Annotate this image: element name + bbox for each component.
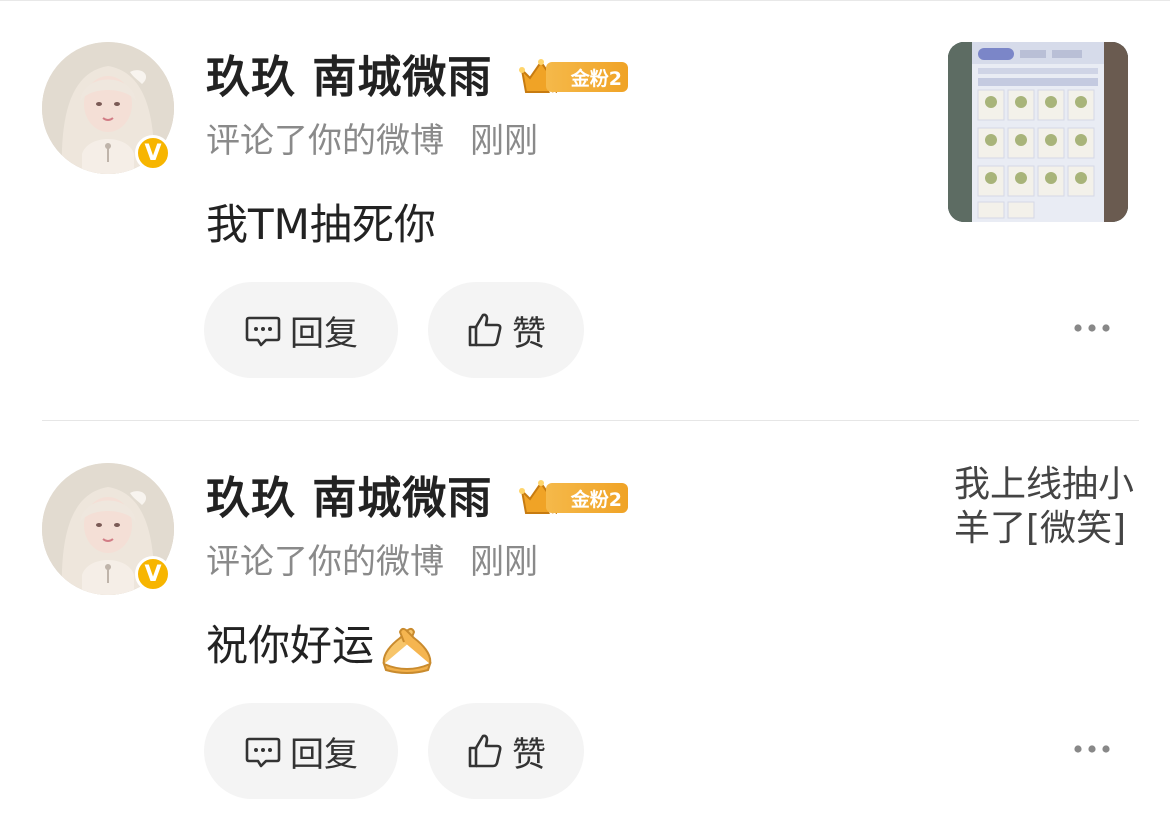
username[interactable]: 玖玖 南城微雨 [206, 469, 492, 529]
thumbs-up-icon [468, 313, 502, 347]
like-button[interactable]: 赞 [428, 703, 584, 799]
reply-label: 回复 [290, 734, 358, 775]
fan-badge-label: 金粉2 [546, 483, 628, 513]
timestamp: 刚刚 [470, 542, 538, 582]
like-label: 赞 [512, 313, 546, 354]
original-post-thumbnail[interactable] [948, 42, 1128, 222]
comment-text: 祝你好运 [206, 617, 436, 675]
thumbs-up-icon [468, 734, 502, 768]
comment-icon [245, 316, 281, 347]
comment-body: 祝你好运 [206, 621, 375, 670]
notification-meta: 评论了你的微博 刚刚 [206, 539, 538, 585]
fan-badge[interactable]: 6 金粉2 [518, 477, 628, 519]
notification-meta: 评论了你的微博 刚刚 [206, 118, 538, 164]
action-text: 评论了你的微博 [206, 542, 444, 582]
action-text: 评论了你的微博 [206, 121, 444, 161]
original-post-text[interactable]: 我上线抽小羊了[微笑] [954, 463, 1134, 551]
verified-badge: V [135, 556, 171, 592]
reply-label: 回复 [290, 313, 358, 354]
notification-item[interactable]: V 玖玖 南城微雨 6 金粉2 评论了你的微博刚刚 我TM抽死你 回复 赞 [0, 0, 1170, 400]
comment-icon [245, 737, 281, 768]
fan-badge-label: 金粉2 [546, 62, 628, 92]
fan-badge[interactable]: 6 金粉2 [518, 56, 628, 98]
username[interactable]: 玖玖 南城微雨 [206, 48, 492, 108]
reply-button[interactable]: 回复 [204, 282, 398, 378]
more-options-icon[interactable] [1072, 318, 1112, 338]
like-button[interactable]: 赞 [428, 282, 584, 378]
pinched-hands-emoji [382, 627, 432, 674]
reply-button[interactable]: 回复 [204, 703, 398, 799]
notification-item[interactable]: V 玖玖 南城微雨 6 金粉2 评论了你的微博刚刚 祝你好运 回复 [0, 421, 1170, 821]
timestamp: 刚刚 [470, 121, 538, 161]
like-label: 赞 [512, 734, 546, 775]
more-options-icon[interactable] [1072, 739, 1112, 759]
verified-badge: V [135, 135, 171, 171]
comment-text: 我TM抽死你 [206, 200, 436, 249]
post-screenshot-image [948, 42, 1128, 222]
